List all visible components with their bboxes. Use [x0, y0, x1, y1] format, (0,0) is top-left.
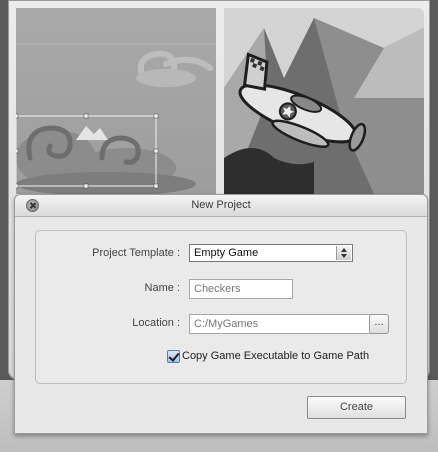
create-button[interactable]: Create — [307, 396, 406, 419]
template-preview-right — [224, 8, 424, 194]
name-label: Name : — [144, 282, 180, 294]
new-project-dialog: New Project Project Template : Empty Gam… — [14, 194, 428, 434]
project-template-label: Project Template : — [92, 247, 180, 259]
template-preview-left — [16, 8, 216, 194]
browse-button[interactable]: ... — [369, 314, 389, 334]
cloud-scene-image — [16, 43, 216, 194]
airplane-scene-image — [224, 8, 424, 194]
project-settings-group: Project Template : Empty Game Name : Che… — [35, 230, 407, 384]
name-field[interactable]: Checkers — [189, 279, 293, 299]
project-template-select[interactable]: Empty Game — [189, 244, 353, 262]
dialog-title: New Project — [191, 199, 251, 211]
location-label: Location : — [132, 317, 180, 329]
dialog-titlebar[interactable]: New Project — [15, 195, 427, 217]
project-template-value: Empty Game — [194, 247, 259, 259]
copy-executable-checkbox[interactable] — [167, 350, 180, 363]
location-field[interactable]: C:/MyGames — [189, 314, 377, 334]
copy-executable-label[interactable]: Copy Game Executable to Game Path — [182, 350, 369, 363]
up-down-arrows-icon[interactable] — [336, 246, 351, 260]
close-icon[interactable] — [26, 199, 39, 212]
